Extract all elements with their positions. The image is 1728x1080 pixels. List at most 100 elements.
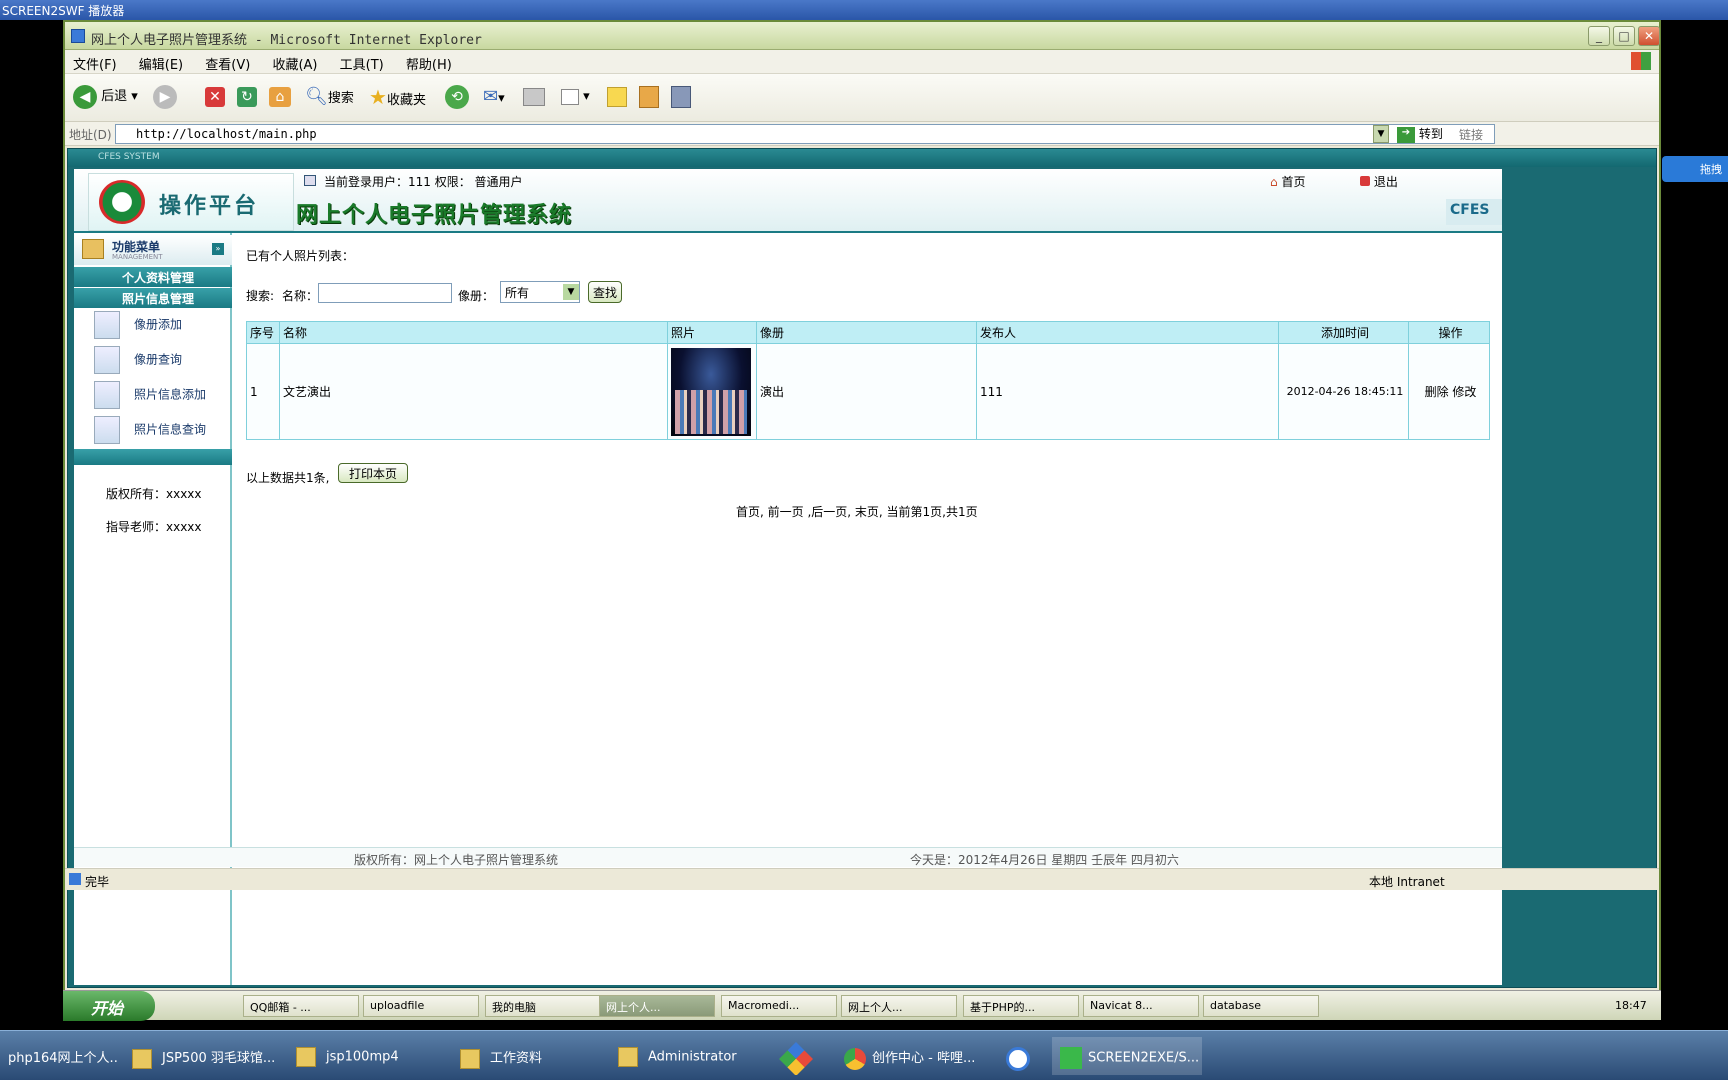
xp-clock: 18:47 xyxy=(1615,999,1647,1012)
logo-emblem-icon xyxy=(99,180,145,224)
minimize-button[interactable]: _ xyxy=(1588,26,1610,46)
col-no: 序号 xyxy=(246,321,280,344)
xp-task-php-doc[interactable]: 基于PHP的... xyxy=(963,995,1079,1017)
xp-task-macromedia[interactable]: Macromedi... xyxy=(721,995,837,1017)
close-button[interactable]: ✕ xyxy=(1638,26,1660,46)
row-photo-cell xyxy=(667,343,757,440)
name-label: 名称： xyxy=(282,289,319,303)
back-button[interactable]: ◀ 后退 ▾ xyxy=(71,84,138,110)
sidebar-item-album-query[interactable]: 像册查询 xyxy=(94,346,224,378)
xp-task-navicat[interactable]: Navicat 8... xyxy=(1083,995,1199,1017)
w7-task-baidu[interactable] xyxy=(998,1037,1040,1075)
search-button[interactable]: 🔍︎搜索 xyxy=(303,84,354,110)
list-card-icon xyxy=(94,346,120,374)
history-button[interactable]: ⟲ xyxy=(443,84,469,110)
pagination[interactable]: 首页, 前一页 ,后一页, 末页, 当前第1页,共1页 xyxy=(736,503,978,520)
footer-copyright: 版权所有：网上个人电子照片管理系统 xyxy=(354,853,559,867)
logout-icon xyxy=(1360,176,1370,186)
task-label: 创作中心 - 哔哩... xyxy=(872,1051,976,1066)
stage-performers xyxy=(675,389,747,434)
w7-task-app-icon[interactable] xyxy=(776,1037,818,1075)
maximize-button[interactable]: □ xyxy=(1613,26,1635,46)
menu-view[interactable]: 查看(V) xyxy=(205,54,250,73)
ie-window: 网上个人电子照片管理系统 - Microsoft Internet Explor… xyxy=(63,20,1661,1020)
xp-start-button[interactable]: 开始 xyxy=(63,991,155,1021)
ie-status-bar: 完毕 本地 Intranet xyxy=(65,868,1659,890)
xp-task-uploadfile[interactable]: uploadfile xyxy=(363,995,479,1017)
mail-button[interactable]: ✉▾ xyxy=(481,84,505,110)
menu-favorites[interactable]: 收藏(A) xyxy=(272,54,317,73)
print-button[interactable] xyxy=(521,84,545,110)
w7-task-screen2exe[interactable]: SCREEN2EXE/S... xyxy=(1052,1037,1202,1075)
find-button[interactable]: 查找 xyxy=(588,281,622,303)
stop-icon: ✕ xyxy=(205,86,225,107)
row-album: 演出 xyxy=(756,343,977,440)
w7-task-workdata[interactable]: 工作资料 xyxy=(452,1037,602,1075)
w7-task-php164[interactable]: php164网上个人... xyxy=(0,1037,118,1075)
refresh-button[interactable]: ↻ xyxy=(235,84,257,110)
windows-logo-icon xyxy=(1631,52,1651,70)
menu-file[interactable]: 文件(F) xyxy=(73,54,117,73)
delete-link[interactable]: 删除 xyxy=(1425,385,1449,399)
start-label: 开始 xyxy=(91,999,124,1018)
album-select[interactable]: 所有 ▼ xyxy=(500,281,580,303)
messenger-button[interactable] xyxy=(669,84,691,110)
sidebar-menu-header: 功能菜单 MANAGEMENT » xyxy=(74,235,232,265)
chevron-down-icon: ▼ xyxy=(563,284,579,300)
page-top-strip: CFES SYSTEM xyxy=(68,149,1656,167)
logout-link[interactable]: 退出 xyxy=(1360,173,1398,190)
xp-task-mycomputer[interactable]: 我的电脑 xyxy=(485,995,601,1017)
menu-edit[interactable]: 编辑(E) xyxy=(139,54,183,73)
menu-tools[interactable]: 工具(T) xyxy=(340,54,384,73)
w7-task-administrator[interactable]: Administrator xyxy=(610,1037,760,1075)
back-arrow-icon: ◀ xyxy=(73,84,97,109)
home-link[interactable]: ⌂ 首页 xyxy=(1270,173,1305,190)
forward-button[interactable]: ▶ xyxy=(151,84,177,110)
collapse-icon[interactable]: » xyxy=(212,243,224,255)
search-label: 搜索: xyxy=(246,289,275,303)
xp-task-qqmail[interactable]: QQ邮箱 - ... xyxy=(243,995,359,1017)
col-publisher: 发布人 xyxy=(976,321,1279,344)
sidebar-section-photos[interactable]: 照片信息管理 xyxy=(74,288,232,308)
home-button[interactable]: ⌂ xyxy=(267,84,291,110)
win7-taskbar: php164网上个人... JSP500 羽毛球馆... jsp100mp4 工… xyxy=(0,1030,1728,1080)
task-label: jsp100mp4 xyxy=(326,1049,399,1065)
w7-task-chrome[interactable]: 创作中心 - 哔哩... xyxy=(836,1037,986,1075)
stop-button[interactable]: ✕ xyxy=(203,84,225,110)
logout-link-label: 退出 xyxy=(1373,175,1398,189)
mail-icon: ✉ xyxy=(483,86,499,107)
sidebar-item-album-add[interactable]: 像册添加 xyxy=(94,311,224,343)
status-text: 完毕 xyxy=(85,875,110,889)
zone-text: 本地 Intranet xyxy=(1369,875,1445,889)
messenger-icon xyxy=(671,85,691,108)
address-input[interactable]: http://localhost/main.php xyxy=(115,124,1495,144)
links-label[interactable]: 链接 xyxy=(1459,126,1483,143)
xp-task-ie[interactable]: 网上个人... xyxy=(599,995,715,1017)
sidebar-section-profile[interactable]: 个人资料管理 xyxy=(74,267,232,287)
research-button[interactable] xyxy=(637,84,659,110)
go-button[interactable]: ➔ 转到 xyxy=(1397,125,1443,143)
print-page-button[interactable]: 打印本页 xyxy=(338,463,408,483)
edit-link[interactable]: 修改 xyxy=(1452,385,1476,399)
name-search-input[interactable] xyxy=(318,283,452,303)
edit-button[interactable]: ▾ xyxy=(559,84,590,110)
menu-bar: 文件(F) 编辑(E) 查看(V) 收藏(A) 工具(T) 帮助(H) xyxy=(65,50,1659,74)
user-icon xyxy=(304,175,316,186)
w7-task-jsp100[interactable]: jsp100mp4 xyxy=(288,1037,438,1075)
xp-task-web[interactable]: 网上个人... xyxy=(841,995,957,1017)
sidebar-item-label: 像册查询 xyxy=(134,352,183,367)
address-dropdown-icon[interactable]: ▼ xyxy=(1373,125,1389,143)
photo-table: 序号 名称 照片 像册 发布人 添加时间 操作 1 文艺演出 演出 111 20… xyxy=(246,321,1490,440)
photo-thumbnail[interactable] xyxy=(671,347,751,436)
menu-help[interactable]: 帮助(H) xyxy=(406,54,452,73)
player-title-bar: SCREEN2SWF 播放器 xyxy=(0,0,1728,20)
xp-task-database[interactable]: database xyxy=(1203,995,1319,1017)
sidebar-divider xyxy=(74,449,232,465)
sidebar-item-photo-add[interactable]: 照片信息添加 xyxy=(94,381,224,413)
favorites-button[interactable]: ★收藏夹 xyxy=(367,84,426,110)
w7-task-jsp500[interactable]: JSP500 羽毛球馆... xyxy=(124,1037,274,1075)
side-widget[interactable]: 拖拽 xyxy=(1662,156,1728,182)
sidebar-item-photo-query[interactable]: 照片信息查询 xyxy=(94,416,224,448)
album-select-value: 所有 xyxy=(505,286,530,300)
note-button[interactable] xyxy=(605,84,627,110)
